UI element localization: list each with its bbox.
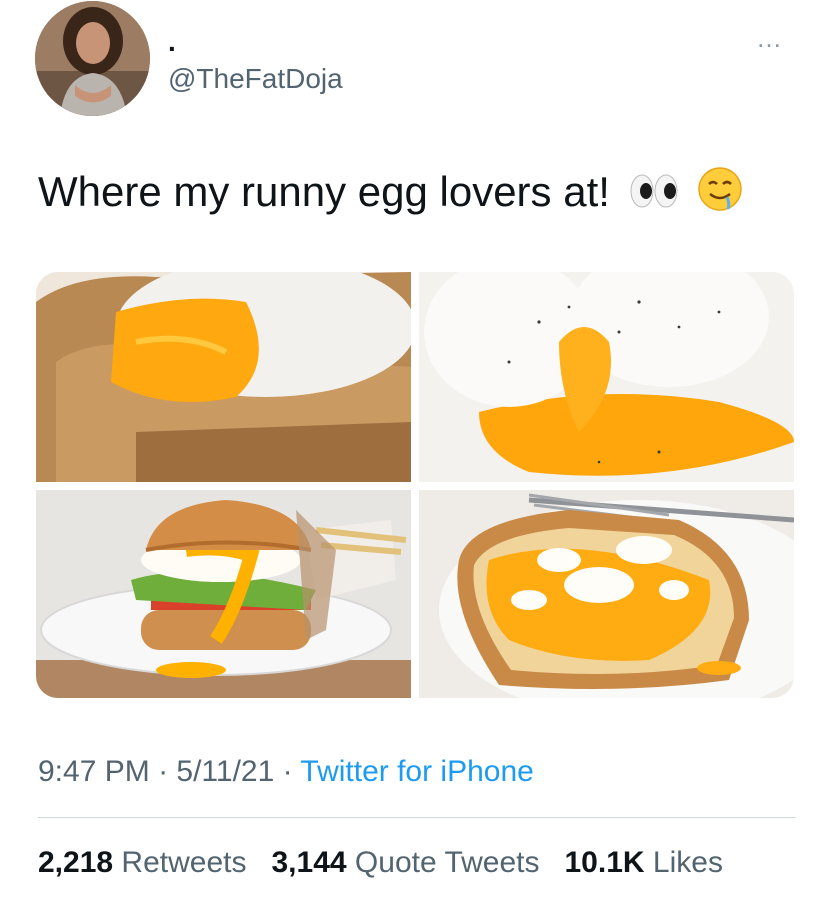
- eyes-emoji: [628, 169, 680, 221]
- tweet-timestamp: 9:47 PM · 5/11/21 · Twitter for iPhone: [38, 750, 534, 794]
- egg-on-toast-photo[interactable]: [419, 490, 794, 698]
- tweet-date[interactable]: 5/11/21: [176, 755, 274, 788]
- retweets-link[interactable]: 2,218 Retweets: [38, 846, 246, 879]
- drooling-face-emoji: [697, 166, 743, 224]
- separator: ·: [149, 755, 177, 788]
- tweet-time[interactable]: 9:47 PM: [38, 755, 150, 788]
- likes-link[interactable]: 10.1K Likes: [565, 846, 723, 879]
- quotes-label: Quote Tweets: [354, 846, 540, 879]
- quote-tweets-link[interactable]: 3,144 Quote Tweets: [272, 846, 540, 879]
- egg-burger-photo[interactable]: [36, 490, 411, 698]
- tweet-text: Where my runny egg lovers at!: [38, 166, 743, 224]
- tweet-source-link[interactable]: Twitter for iPhone: [300, 755, 533, 788]
- separator: ·: [274, 755, 301, 788]
- likes-count: 10.1K: [564, 846, 645, 879]
- quotes-count: 3,144: [271, 846, 347, 879]
- likes-label: Likes: [652, 846, 723, 879]
- user-handle[interactable]: @TheFatDoja: [168, 62, 343, 96]
- poached-egg-on-toast-photo[interactable]: [36, 272, 411, 482]
- retweets-label: Retweets: [121, 846, 247, 879]
- soft-boiled-egg-photo[interactable]: [419, 272, 794, 482]
- more-options-icon[interactable]: …: [756, 25, 783, 51]
- tweet-stats: 2,218 Retweets 3,144 Quote Tweets 10.1K …: [38, 840, 723, 886]
- retweets-count: 2,218: [38, 846, 114, 879]
- display-name[interactable]: .: [168, 28, 176, 56]
- tweet-body: Where my runny egg lovers at!: [38, 168, 610, 216]
- divider: [38, 817, 796, 818]
- media-grid[interactable]: [36, 272, 794, 698]
- avatar[interactable]: [35, 1, 150, 116]
